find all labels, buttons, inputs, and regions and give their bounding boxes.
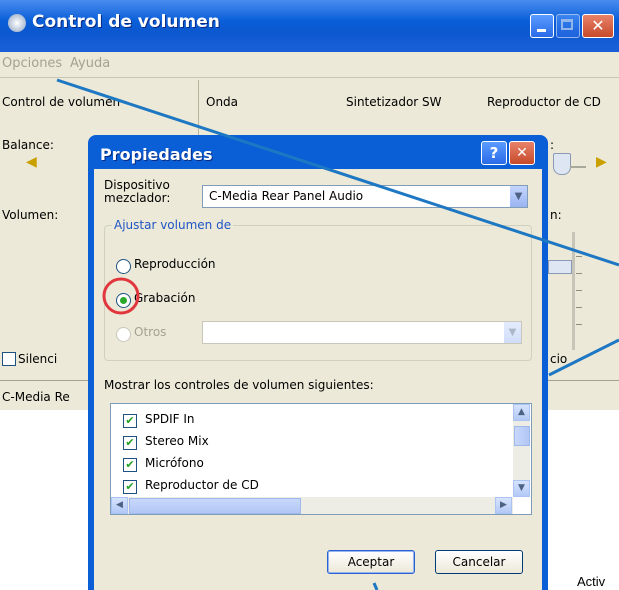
annotation-line <box>548 338 619 377</box>
highlight-circle <box>102 277 140 315</box>
annotation-line <box>372 582 379 590</box>
annotation-line <box>56 78 619 267</box>
annotation-overlay <box>56 78 619 590</box>
